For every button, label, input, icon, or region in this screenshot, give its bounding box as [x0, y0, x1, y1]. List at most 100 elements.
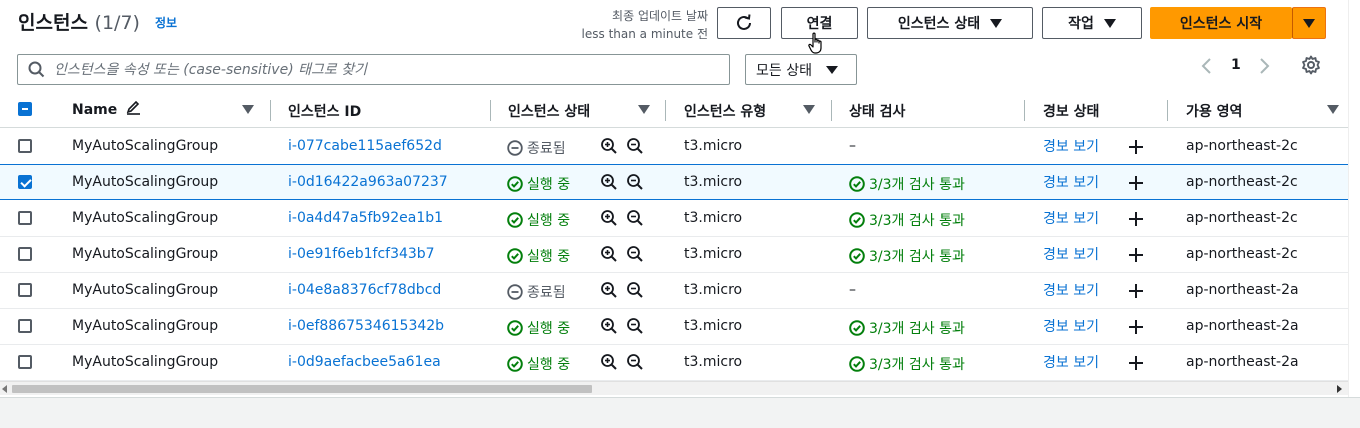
instance-id-link[interactable]: i-077cabe115aef652d — [288, 138, 442, 154]
zoom-in-button[interactable] — [600, 209, 618, 231]
zoom-in-icon[interactable] — [600, 137, 618, 155]
actions-button[interactable]: 작업 — [1042, 7, 1142, 39]
table-row[interactable]: MyAutoScalingGroup i-0e91f6eb1fcf343b7 실행 … — [0, 237, 1348, 273]
view-alarms-link[interactable]: 경보 보기 — [1043, 244, 1099, 264]
instance-id-link[interactable]: i-0a4d47a5fb92ea1b1 — [288, 210, 443, 226]
row-checkbox[interactable] — [18, 211, 32, 225]
table-row[interactable]: MyAutoScalingGroup i-0ef8867534615342b 실행 … — [0, 309, 1348, 345]
add-alarm-button[interactable] — [1128, 247, 1144, 267]
row-checkbox[interactable] — [18, 139, 32, 153]
column-divider[interactable] — [665, 100, 666, 121]
zoom-in-icon[interactable] — [600, 173, 618, 191]
instance-id-link[interactable]: i-04e8a8376cf78dbcd — [288, 282, 441, 298]
view-alarms-link[interactable]: 경보 보기 — [1043, 172, 1099, 192]
table-row[interactable]: MyAutoScalingGroup i-077cabe115aef652d 종료됨… — [0, 129, 1348, 165]
zoom-out-button[interactable] — [626, 137, 644, 159]
row-checkbox[interactable] — [18, 247, 32, 261]
zoom-out-button[interactable] — [626, 317, 644, 339]
plus-icon[interactable] — [1128, 175, 1144, 191]
add-alarm-button[interactable] — [1128, 139, 1144, 159]
zoom-out-icon[interactable] — [626, 353, 644, 371]
column-divider[interactable] — [1167, 100, 1168, 121]
instance-state-button[interactable]: 인스턴스 상태 — [867, 7, 1033, 39]
add-alarm-button[interactable] — [1128, 283, 1144, 303]
column-divider[interactable] — [1024, 100, 1025, 121]
plus-icon[interactable] — [1128, 211, 1144, 227]
launch-instances-dropdown[interactable] — [1292, 7, 1326, 39]
zoom-out-icon[interactable] — [626, 317, 644, 335]
zoom-out-icon[interactable] — [626, 245, 644, 263]
view-alarms-link[interactable]: 경보 보기 — [1043, 352, 1099, 372]
zoom-in-button[interactable] — [600, 245, 618, 267]
search-box[interactable] — [17, 54, 730, 85]
zoom-in-button[interactable] — [600, 173, 618, 195]
column-header-name[interactable]: Name — [72, 100, 141, 118]
zoom-in-button[interactable] — [600, 281, 618, 303]
plus-icon[interactable] — [1128, 283, 1144, 299]
instance-id-link[interactable]: i-0d9aefacbee5a61ea — [288, 354, 441, 370]
column-header-status-check[interactable]: 상태 검사 — [849, 101, 905, 121]
column-divider[interactable] — [831, 100, 832, 121]
zoom-out-button[interactable] — [626, 281, 644, 303]
column-header-instance-state[interactable]: 인스턴스 상태 — [508, 101, 590, 121]
add-alarm-button[interactable] — [1128, 175, 1144, 195]
scroll-right-arrow-icon[interactable] — [1337, 385, 1342, 393]
zoom-in-button[interactable] — [600, 317, 618, 339]
zoom-out-icon[interactable] — [626, 137, 644, 155]
column-divider[interactable] — [270, 100, 271, 121]
vertical-scrollbar[interactable] — [1348, 0, 1360, 397]
row-checkbox[interactable] — [18, 319, 32, 333]
zoom-in-button[interactable] — [600, 137, 618, 159]
row-checkbox[interactable] — [18, 283, 32, 297]
launch-instances-button[interactable]: 인스턴스 시작 — [1150, 7, 1292, 39]
column-divider[interactable] — [490, 100, 491, 121]
scrollbar-thumb[interactable] — [12, 385, 592, 393]
zoom-out-icon[interactable] — [626, 173, 644, 191]
table-row[interactable]: MyAutoScalingGroup i-04e8a8376cf78dbcd 종료됨… — [0, 273, 1348, 309]
column-header-alarm-status[interactable]: 경보 상태 — [1043, 101, 1099, 121]
row-checkbox[interactable] — [18, 175, 32, 189]
page-number[interactable]: 1 — [1231, 57, 1241, 73]
table-row[interactable]: MyAutoScalingGroup i-0d9aefacbee5a61ea 실행 … — [0, 345, 1348, 381]
view-alarms-link[interactable]: 경보 보기 — [1043, 316, 1099, 336]
add-alarm-button[interactable] — [1128, 355, 1144, 375]
horizontal-scrollbar[interactable] — [0, 381, 1348, 395]
plus-icon[interactable] — [1128, 355, 1144, 371]
zoom-out-icon[interactable] — [626, 209, 644, 227]
instance-id-link[interactable]: i-0d16422a963a07237 — [288, 174, 448, 190]
chevron-right-icon[interactable] — [1259, 57, 1271, 75]
table-row[interactable]: MyAutoScalingGroup i-0a4d47a5fb92ea1b1 실행 … — [0, 201, 1348, 237]
refresh-button[interactable] — [717, 7, 771, 39]
zoom-in-icon[interactable] — [600, 353, 618, 371]
gear-icon[interactable] — [1301, 55, 1321, 75]
state-filter-select[interactable]: 모든 상태 — [745, 54, 857, 85]
select-all-checkbox[interactable] — [18, 102, 32, 116]
plus-icon[interactable] — [1128, 139, 1144, 155]
sort-caret-icon[interactable] — [1327, 105, 1339, 114]
zoom-in-icon[interactable] — [600, 317, 618, 335]
instance-id-link[interactable]: i-0ef8867534615342b — [288, 318, 444, 334]
plus-icon[interactable] — [1128, 319, 1144, 335]
table-row[interactable]: MyAutoScalingGroup i-0d16422a963a07237 실행 … — [0, 164, 1348, 200]
zoom-out-button[interactable] — [626, 245, 644, 267]
column-header-instance-id[interactable]: 인스턴스 ID — [288, 101, 361, 121]
zoom-in-icon[interactable] — [600, 281, 618, 299]
add-alarm-button[interactable] — [1128, 319, 1144, 339]
instance-id-link[interactable]: i-0e91f6eb1fcf343b7 — [288, 246, 435, 262]
sort-caret-icon[interactable] — [803, 105, 815, 114]
sort-caret-icon[interactable] — [242, 105, 254, 114]
zoom-out-button[interactable] — [626, 173, 644, 195]
column-header-availability-zone[interactable]: 가용 영역 — [1186, 101, 1242, 121]
zoom-out-button[interactable] — [626, 353, 644, 375]
zoom-in-icon[interactable] — [600, 245, 618, 263]
column-header-instance-type[interactable]: 인스턴스 유형 — [684, 101, 766, 121]
search-input[interactable] — [54, 61, 714, 78]
zoom-out-icon[interactable] — [626, 281, 644, 299]
chevron-left-icon[interactable] — [1200, 57, 1212, 75]
view-alarms-link[interactable]: 경보 보기 — [1043, 136, 1099, 156]
plus-icon[interactable] — [1128, 247, 1144, 263]
zoom-in-icon[interactable] — [600, 209, 618, 227]
scroll-left-arrow-icon[interactable] — [2, 385, 7, 393]
view-alarms-link[interactable]: 경보 보기 — [1043, 280, 1099, 300]
zoom-in-button[interactable] — [600, 353, 618, 375]
